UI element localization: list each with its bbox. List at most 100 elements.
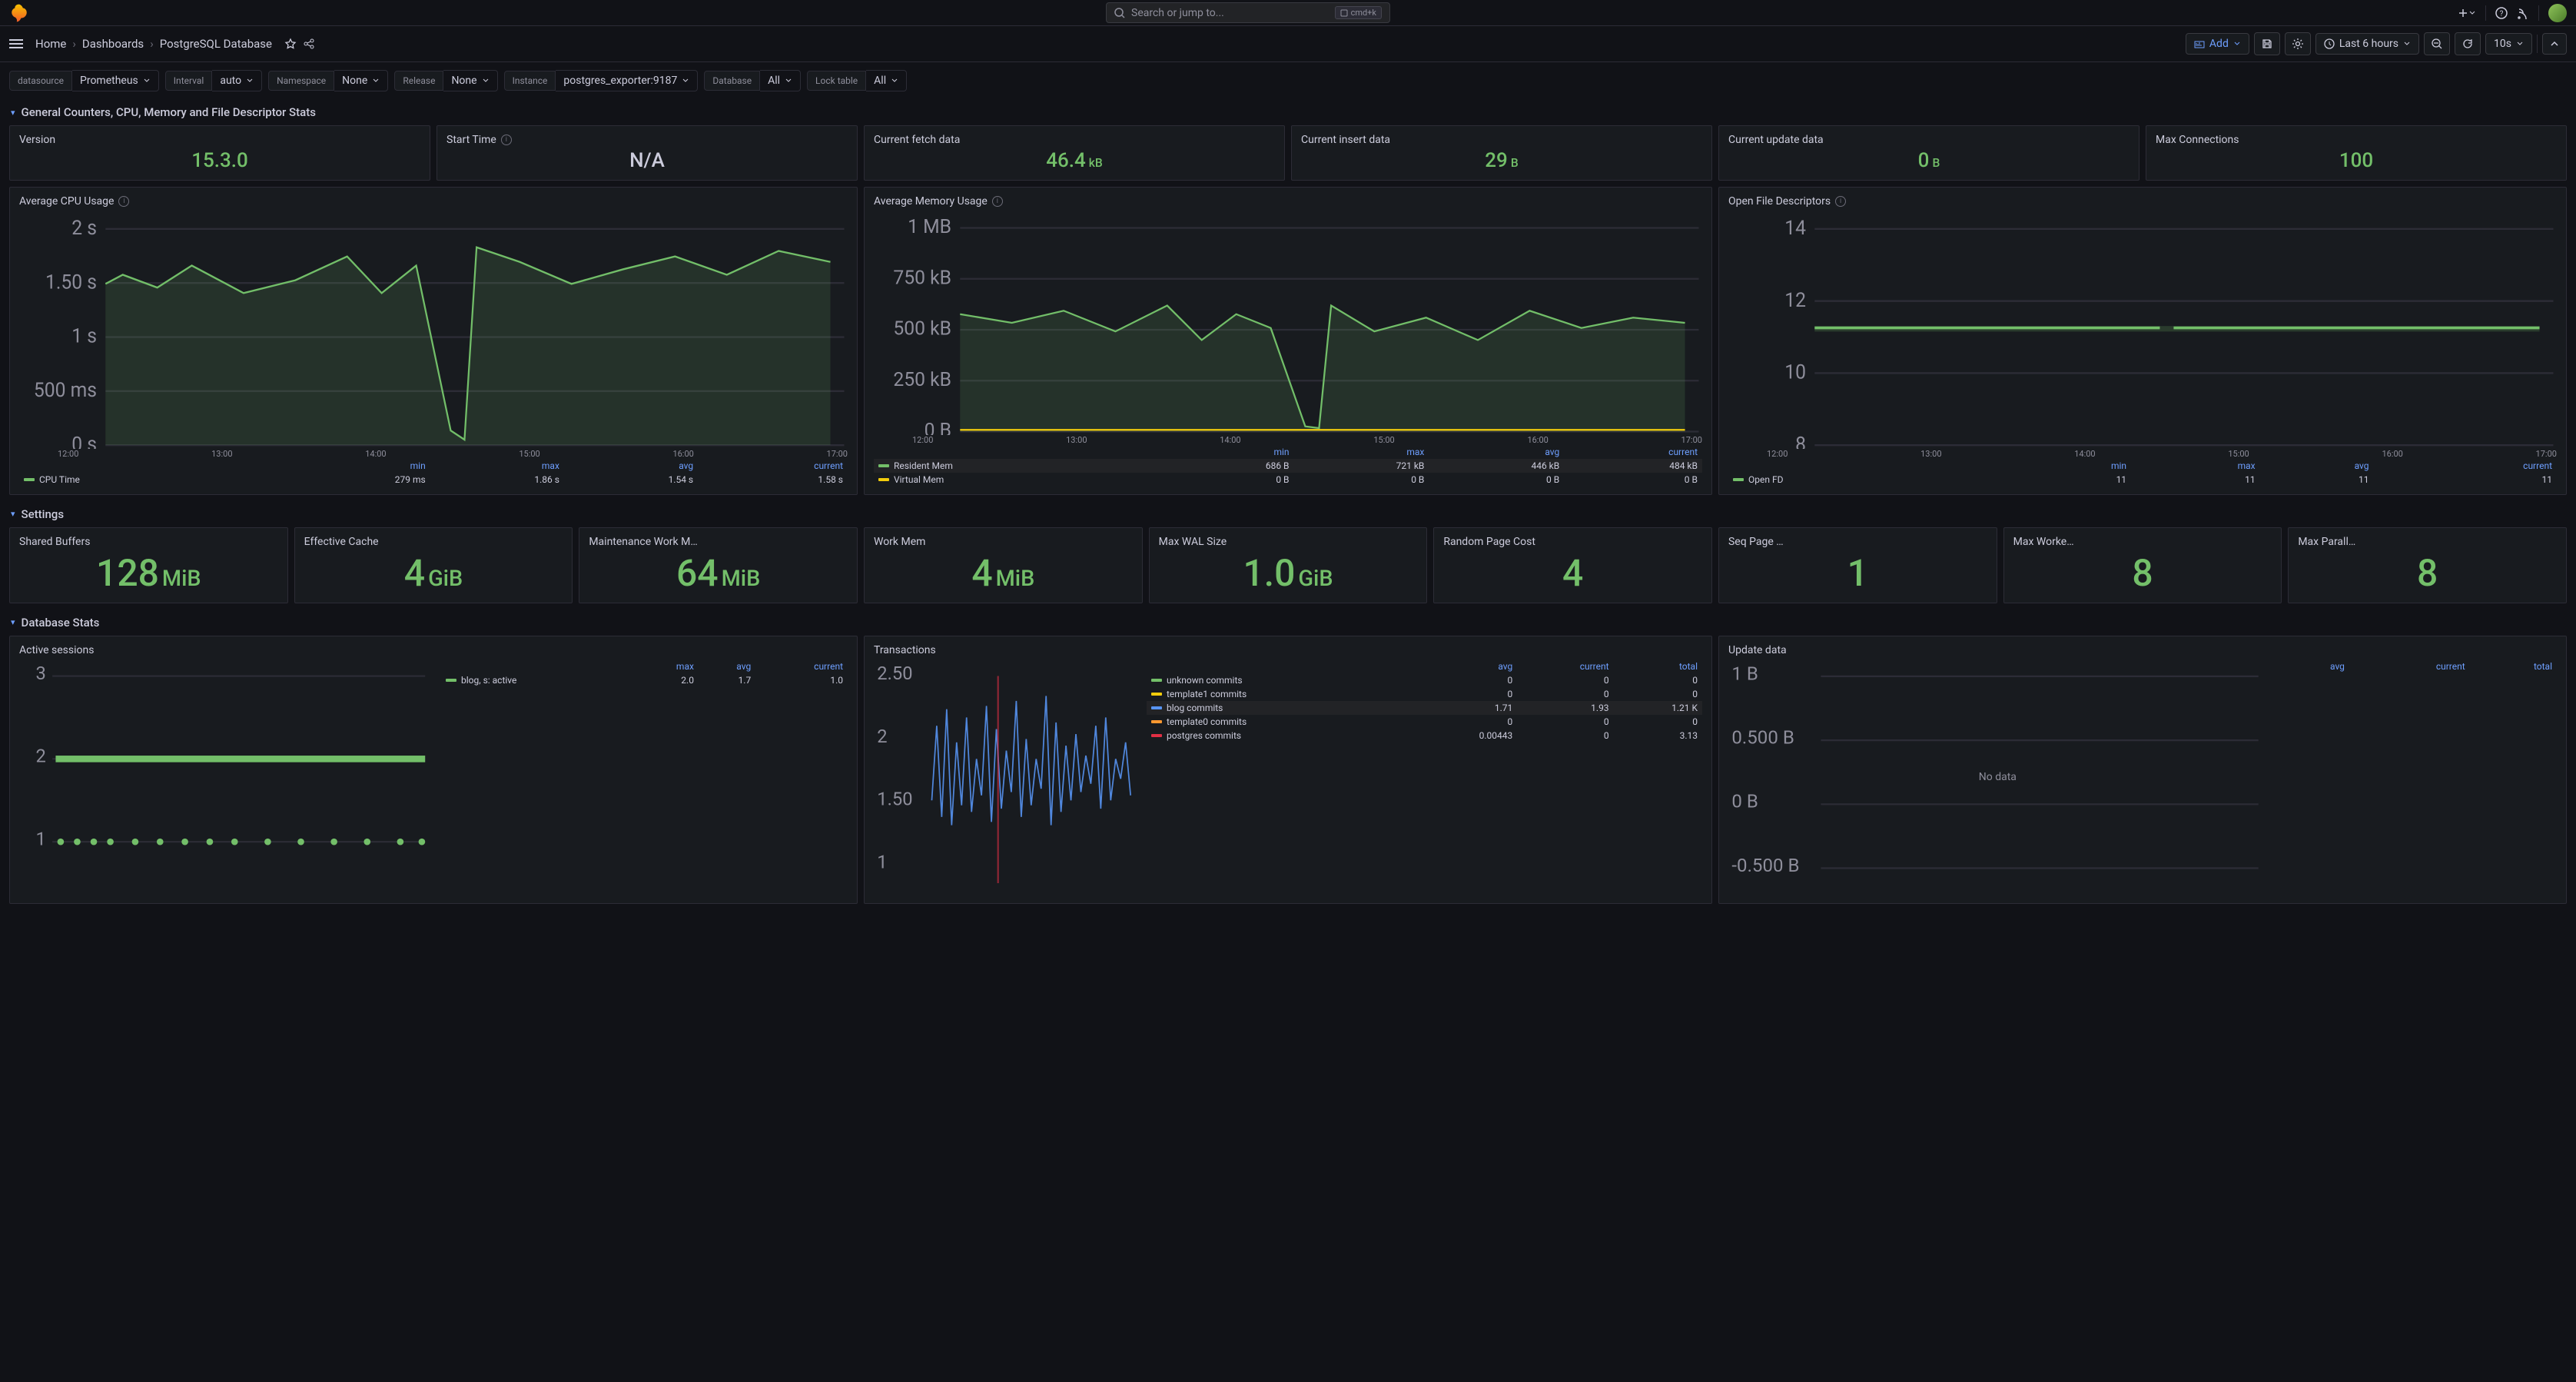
svg-text:10: 10 — [1784, 360, 1806, 384]
user-avatar[interactable] — [2548, 4, 2567, 22]
refresh-interval-picker[interactable]: 10s — [2485, 33, 2532, 55]
legend-row[interactable]: template1 commits000 — [1147, 687, 1702, 701]
stat-panel[interactable]: Start Timei N/A — [437, 125, 858, 181]
legend-fd: minmaxavgcurrent Open FD11111111 — [1728, 459, 2557, 487]
var-interval[interactable]: auto — [212, 70, 262, 91]
save-button[interactable] — [2254, 32, 2280, 55]
stat-panel[interactable]: Random Page Cost 4 — [1433, 527, 1712, 603]
var-instance[interactable]: postgres_exporter:9187 — [556, 70, 698, 91]
news-icon[interactable] — [2517, 7, 2529, 19]
panel-update-data[interactable]: Update data 1 B 0.500 B 0 B -0.500 B No … — [1718, 636, 2567, 904]
crumb-page[interactable]: PostgreSQL Database — [160, 37, 272, 51]
stat-panel[interactable]: Max Connections 100 — [2146, 125, 2567, 181]
svg-text:0 B: 0 B — [925, 420, 951, 435]
search-placeholder: Search or jump to... — [1131, 7, 1329, 19]
var-release[interactable]: None — [443, 70, 497, 91]
legend-row[interactable]: unknown commits000 — [1147, 673, 1702, 687]
settings-gear-icon[interactable] — [2285, 32, 2311, 55]
stat-panel[interactable]: Current fetch data 46.4 kB — [864, 125, 1285, 181]
add-button[interactable]: Add — [2186, 33, 2249, 55]
var-label-locktable: Lock table — [807, 71, 866, 91]
row-general[interactable]: ▾ General Counters, CPU, Memory and File… — [0, 99, 2576, 125]
var-label-instance: Instance — [504, 71, 556, 91]
stat-panel[interactable]: Version 15.3.0 — [9, 125, 430, 181]
chevron-down-icon — [372, 77, 380, 85]
legend-row[interactable]: Resident Mem686 B721 kB446 kB484 kB — [874, 459, 1702, 473]
template-variables: datasourcePrometheus Intervalauto Namesp… — [0, 62, 2576, 99]
share-icon[interactable] — [303, 38, 315, 50]
svg-text:0.500 B: 0.500 B — [1731, 726, 1794, 748]
help-icon[interactable]: ? — [2495, 7, 2508, 19]
legend-row[interactable]: Open FD11111111 — [1728, 473, 2557, 487]
stat-panel[interactable]: Effective Cache 4 GiB — [294, 527, 573, 603]
svg-text:0 s: 0 s — [71, 433, 97, 449]
time-range-picker[interactable]: Last 6 hours — [2315, 33, 2419, 55]
svg-text:?: ? — [2500, 10, 2504, 18]
stat-panel[interactable]: Max WAL Size 1.0 GiB — [1149, 527, 1428, 603]
zoom-out-icon[interactable] — [2424, 32, 2450, 55]
stat-panel[interactable]: Seq Page … 1 — [1718, 527, 1997, 603]
add-menu[interactable] — [2458, 8, 2476, 18]
legend-row[interactable]: blog commits1.711.931.21 K — [1147, 701, 1702, 715]
var-locktable[interactable]: All — [866, 70, 907, 91]
legend-row[interactable]: CPU Time279 ms1.86 s1.54 s1.58 s — [19, 473, 848, 487]
svg-text:14: 14 — [1784, 216, 1806, 240]
chevron-down-icon: ▾ — [11, 509, 15, 519]
legend-row[interactable]: template0 commits000 — [1147, 715, 1702, 729]
info-icon[interactable]: i — [118, 196, 129, 207]
info-icon[interactable]: i — [501, 135, 512, 145]
stat-panel[interactable]: Current update data 0 B — [1718, 125, 2139, 181]
crumb-home[interactable]: Home — [35, 37, 66, 51]
var-datasource[interactable]: Prometheus — [72, 70, 159, 91]
panel-cpu-usage[interactable]: Average CPU Usagei 2 s1.50 s1 s500 ms0 s… — [9, 187, 858, 495]
svg-text:-0.500 B: -0.500 B — [1731, 855, 1799, 876]
stat-panel[interactable]: Current insert data 29 B — [1291, 125, 1712, 181]
panel-active-sessions[interactable]: Active sessions 3 2 1 maxavg — [9, 636, 858, 904]
svg-text:1: 1 — [36, 828, 46, 849]
svg-text:1.50: 1.50 — [877, 789, 912, 810]
legend-row[interactable]: blog, s: active2.01.71.0 — [441, 673, 848, 687]
row-db-stats[interactable]: ▾ Database Stats — [0, 610, 2576, 636]
svg-text:750 kB: 750 kB — [893, 267, 951, 289]
row-settings[interactable]: ▾ Settings — [0, 501, 2576, 527]
info-icon[interactable]: i — [1835, 196, 1846, 207]
var-database[interactable]: All — [760, 70, 801, 91]
breadcrumb: Home › Dashboards › PostgreSQL Database — [35, 37, 272, 51]
crumb-dashboards[interactable]: Dashboards — [82, 37, 144, 51]
legend-update: avgcurrenttotal — [2275, 659, 2557, 673]
chevron-down-icon: ▾ — [11, 108, 15, 118]
stat-panel[interactable]: Max Parall… 8 — [2288, 527, 2567, 603]
star-icon[interactable] — [284, 38, 297, 50]
grafana-logo[interactable] — [9, 3, 29, 23]
stat-panel[interactable]: Maintenance Work M… 64 MiB — [579, 527, 858, 603]
svg-text:1 B: 1 B — [1731, 663, 1758, 684]
chevron-down-icon — [143, 77, 151, 85]
legend-memory: minmaxavgcurrent Resident Mem686 B721 kB… — [874, 445, 1702, 487]
svg-text:2: 2 — [36, 746, 46, 767]
stat-panel[interactable]: Max Worke… 8 — [2003, 527, 2282, 603]
svg-text:8: 8 — [1795, 433, 1806, 449]
collapse-icon[interactable] — [2542, 33, 2567, 55]
global-search[interactable]: Search or jump to... cmd+k — [1106, 2, 1390, 23]
refresh-button[interactable] — [2455, 32, 2481, 55]
info-icon[interactable]: i — [992, 196, 1003, 207]
legend-row[interactable]: Virtual Mem0 B0 B0 B0 B — [874, 473, 1702, 487]
var-label-release: Release — [394, 71, 443, 91]
svg-text:1 MB: 1 MB — [908, 216, 951, 238]
chevron-down-icon — [682, 77, 689, 85]
svg-text:2.50: 2.50 — [877, 663, 912, 684]
var-namespace[interactable]: None — [334, 70, 388, 91]
svg-text:3: 3 — [36, 663, 46, 684]
svg-text:1: 1 — [877, 852, 887, 873]
stat-panel[interactable]: Shared Buffers 128 MiB — [9, 527, 288, 603]
stat-panel[interactable]: Work Mem 4 MiB — [864, 527, 1143, 603]
var-label-interval: Interval — [165, 71, 213, 91]
svg-text:250 kB: 250 kB — [893, 369, 951, 391]
legend-row[interactable]: postgres commits0.0044303.13 — [1147, 729, 1702, 742]
panel-file-descriptors[interactable]: Open File Descriptorsi 1412108 12:0013:0… — [1718, 187, 2567, 495]
var-label-datasource: datasource — [9, 71, 72, 91]
panel-memory-usage[interactable]: Average Memory Usagei 1 MB750 kB500 kB25… — [864, 187, 1712, 495]
svg-text:2: 2 — [877, 726, 887, 747]
menu-toggle[interactable] — [9, 39, 23, 48]
panel-transactions[interactable]: Transactions 2.50 2 1.50 1 avgcurrenttot… — [864, 636, 1712, 904]
